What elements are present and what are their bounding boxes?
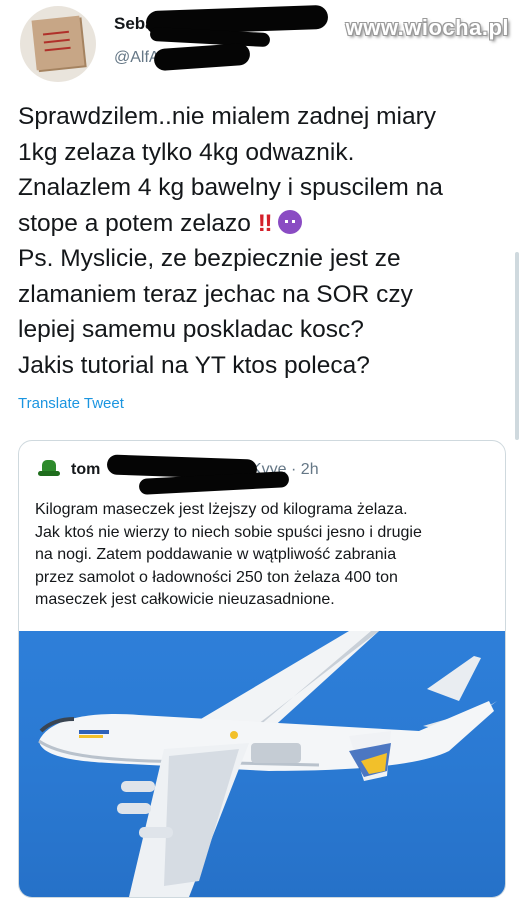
quoted-author-name[interactable]: tom <box>71 461 100 479</box>
avatar-paper-image <box>31 15 85 71</box>
quoted-tweet-text: Kilogram maseczek jest lżejszy od kilogr… <box>35 501 422 608</box>
bowler-hat-icon <box>37 459 61 481</box>
airplane-photo[interactable] <box>19 631 505 897</box>
quoted-tweet-card[interactable]: tom Kvye · 2h Kilogram maseczek jest lże… <box>18 440 506 898</box>
author-handle[interactable]: @AlfA <box>114 49 160 67</box>
airplane-illustration <box>38 631 497 897</box>
author-avatar[interactable] <box>20 6 96 82</box>
double-exclamation-emoji: ‼ <box>257 209 273 237</box>
tweet-text-part1: Sprawdzilem..nie mialem zadnej miary 1kg… <box>18 103 443 237</box>
translate-tweet-link[interactable]: Translate Tweet <box>18 395 124 412</box>
smiling-devil-emoji <box>277 209 302 234</box>
tweet-body: Sprawdzilem..nie mialem zadnej miary 1kg… <box>18 99 508 383</box>
tweet-text-part2: Ps. Myslicie, ze bezpiecznie jest ze zla… <box>18 245 413 379</box>
scrollbar[interactable] <box>515 252 519 440</box>
redaction-scribble <box>153 42 251 72</box>
watermark-text: www.wiocha.pl <box>345 15 509 40</box>
